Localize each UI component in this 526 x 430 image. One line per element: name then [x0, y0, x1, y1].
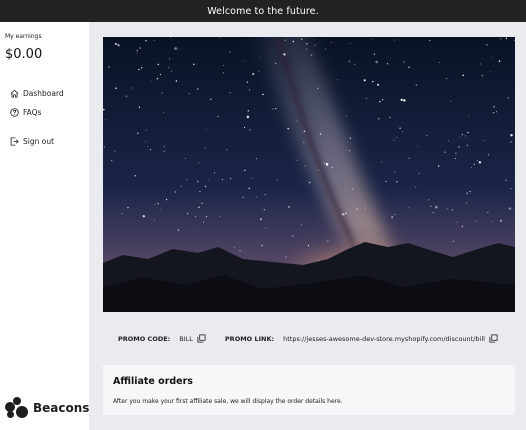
promo-link-value[interactable]: https://jesses-awesome-dev-store.myshopi…: [283, 335, 485, 343]
sidebar-item-dashboard[interactable]: Dashboard: [9, 88, 64, 98]
promo-row: PROMO CODE: BILL PROMO LINK: https://jes…: [118, 334, 498, 343]
earnings-label: My earnings: [5, 33, 42, 40]
promo-code-label: PROMO CODE:: [118, 334, 171, 343]
affiliate-orders-card: Affiliate orders After you make your fir…: [103, 365, 515, 415]
sign-out-icon: [9, 136, 19, 146]
sidebar-item-label: Sign out: [23, 136, 55, 146]
beacons-logo-icon: [5, 397, 29, 419]
sidebar: My earnings $0.00 Dashboard FAQs Sign ou…: [0, 22, 89, 430]
brand: Beacons: [5, 397, 89, 419]
promo-code-value: BILL: [179, 334, 193, 343]
announcement-banner: Welcome to the future.: [0, 0, 526, 22]
sidebar-item-label: Dashboard: [23, 88, 64, 98]
question-circle-icon: [9, 107, 19, 117]
promo-link-label: PROMO LINK:: [224, 334, 275, 343]
hero-image: [103, 37, 515, 312]
copy-icon[interactable]: [197, 334, 206, 343]
brand-name: Beacons: [33, 401, 90, 415]
earnings-value: $0.00: [5, 47, 43, 62]
banner-text: Welcome to the future.: [207, 5, 319, 17]
card-message: After you make your first affiliate sale…: [113, 398, 343, 405]
copy-icon[interactable]: [489, 334, 498, 343]
card-title: Affiliate orders: [113, 376, 193, 387]
home-icon: [9, 88, 19, 98]
sidebar-item-sign-out[interactable]: Sign out: [9, 136, 54, 146]
sidebar-item-label: FAQs: [23, 107, 42, 117]
sidebar-item-faqs[interactable]: FAQs: [9, 107, 41, 117]
